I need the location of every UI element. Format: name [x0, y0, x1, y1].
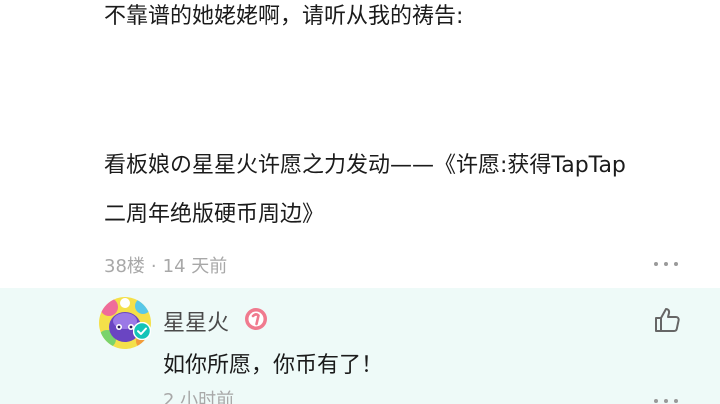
staff-badge-icon: [244, 307, 268, 331]
more-options-icon[interactable]: [654, 397, 678, 404]
post-text-line: 不靠谱的她姥姥啊，请听从我的祷告:: [104, 4, 464, 29]
post-time: 14 天前: [162, 256, 228, 277]
thumbs-up-icon[interactable]: [652, 305, 682, 335]
reply-text: 如你所愿，你币有了！: [163, 353, 384, 378]
reply-time: 2 小时前: [163, 390, 235, 404]
post-text-line: 二周年绝版硬币周边》: [104, 202, 325, 227]
post-meta: 38楼 · 14 天前: [104, 252, 227, 278]
comment-thread: 不靠谱的她姥姥啊，请听从我的祷告: 看板娘の星星火许愿之力发动——《许愿:获得T…: [0, 0, 720, 404]
reply-author-name[interactable]: 星星火: [163, 305, 229, 337]
more-options-icon[interactable]: [654, 260, 678, 268]
post-text-line: 看板娘の星星火许愿之力发动——《许愿:获得TapTap: [104, 153, 626, 178]
verified-check-icon: [132, 321, 152, 341]
meta-separator: ·: [150, 256, 157, 277]
floor-number: 38楼: [104, 256, 145, 277]
